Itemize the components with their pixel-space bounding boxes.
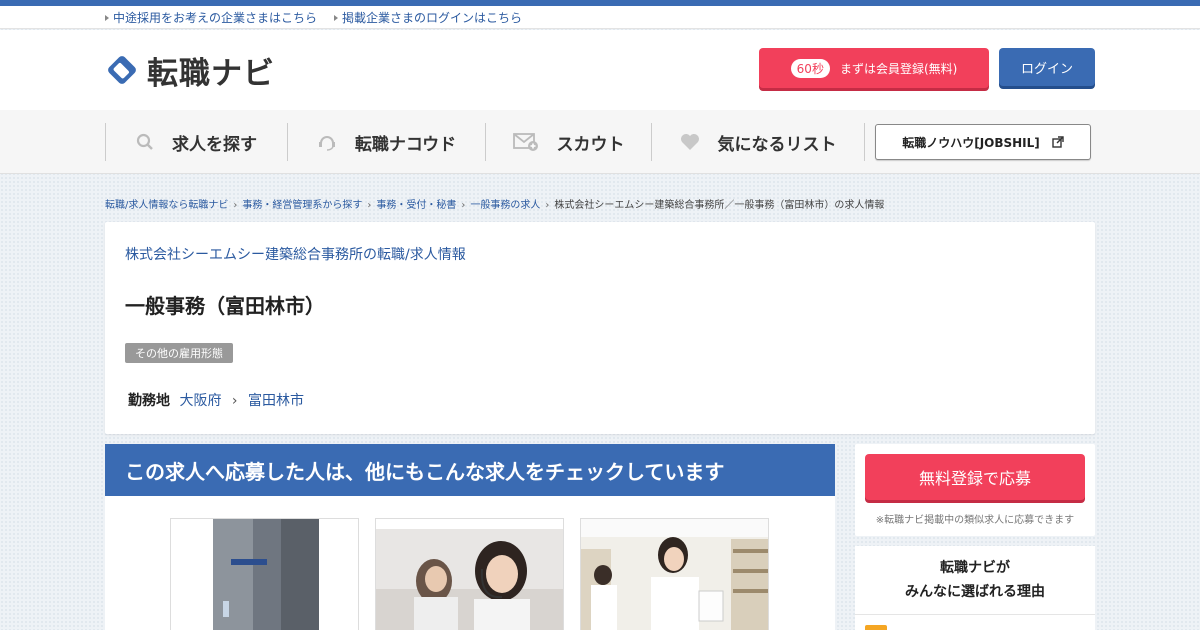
breadcrumb-item[interactable]: 事務・受付・秘書: [376, 200, 456, 211]
job-location: 勤務地 大阪府 › 富田林市: [128, 390, 304, 410]
site-header: 転職ナビ 60秒 まずは会員登録(無料) ログイン: [0, 30, 1200, 110]
breadcrumb-current: 株式会社シーエムシー建築総合事務所／一般事務（富田林市）の求人情報: [554, 200, 885, 211]
nav-label-scout: スカウト: [556, 134, 625, 155]
location-city-link[interactable]: 富田林市: [248, 393, 304, 409]
apply-button[interactable]: 無料登録で応募: [865, 454, 1085, 500]
why-chosen-title: 転職ナビが みんなに選ばれる理由: [855, 556, 1095, 604]
breadcrumb-item[interactable]: 事務・経営管理系から探す: [242, 200, 362, 211]
breadcrumb: 転職/求人情報なら転職ナビ › 事務・経営管理系から探す › 事務・受付・秘書 › 一般事務…: [105, 196, 884, 211]
chevron-right-icon: ›: [367, 200, 372, 211]
employer-login-link[interactable]: 掲載企業さまのログインはこちら: [334, 9, 522, 26]
why-chosen-line-2: みんなに選ばれる理由: [905, 584, 1045, 600]
chevron-right-icon: ›: [231, 393, 238, 409]
company-link[interactable]: 株式会社シーエムシー建築総合事務所の転職/求人情報: [125, 244, 466, 264]
external-link-icon: [1052, 136, 1064, 148]
why-chosen-line-1: 転職ナビが: [940, 560, 1010, 576]
nav-item-search[interactable]: 求人を探す: [105, 123, 287, 161]
breadcrumb-item[interactable]: 一般事務の求人: [470, 200, 540, 211]
utility-bar: 中途採用をお考えの企業さまはこちら 掲載企業さまのログインはこちら: [0, 6, 1200, 29]
job-title: 一般事務（富田林市）: [125, 294, 325, 318]
job-thumbnail[interactable]: [580, 518, 769, 630]
recommended-heading: この求人へ応募した人は、他にもこんな求人をチェックしています: [105, 444, 835, 496]
location-label: 勤務地: [128, 393, 170, 409]
search-icon: [136, 133, 154, 151]
apply-box: 無料登録で応募 ※転職ナビ掲載中の類似求人に応募できます: [855, 444, 1095, 536]
logo-mark-icon: [108, 56, 136, 84]
mail-plus-icon: [512, 132, 539, 152]
nav-label-search: 求人を探す: [172, 134, 257, 155]
site-logo[interactable]: 転職ナビ: [105, 52, 275, 92]
chevron-right-icon: ›: [233, 200, 238, 211]
job-thumbnail[interactable]: [375, 518, 564, 630]
apply-note: ※転職ナビ掲載中の類似求人に応募できます: [875, 515, 1075, 526]
nav-item-favorites[interactable]: 気になるリスト: [651, 123, 865, 161]
nav-label-favorites: 気になるリスト: [717, 134, 837, 155]
recommended-jobs-panel: この求人へ応募した人は、他にもこんな求人をチェックしています: [105, 444, 835, 630]
location-prefecture-link[interactable]: 大阪府: [179, 393, 221, 409]
heart-icon: [680, 133, 700, 151]
job-summary-card: 株式会社シーエムシー建築総合事務所の転職/求人情報 一般事務（富田林市） その他…: [105, 222, 1095, 434]
nav-item-scout[interactable]: スカウト: [485, 123, 651, 161]
employer-recruit-link[interactable]: 中途採用をお考えの企業さまはこちら: [105, 9, 317, 26]
register-label: まずは会員登録(無料): [839, 61, 958, 76]
main-nav: 求人を探す 転職ナコウド スカウト 気になるリスト 転職ノウハウ[JOBSHIL…: [0, 110, 1200, 174]
jobshil-label: 転職ノウハウ[JOBSHIL]: [902, 135, 1040, 150]
jobshil-button[interactable]: 転職ノウハウ[JOBSHIL]: [875, 124, 1091, 160]
nav-item-nakoudo[interactable]: 転職ナコウド: [287, 123, 485, 161]
breadcrumb-item[interactable]: 転職/求人情報なら転職ナビ: [105, 200, 228, 211]
employment-type-tag: その他の雇用形態: [125, 343, 233, 363]
why-chosen-box: 転職ナビが みんなに選ばれる理由: [855, 546, 1095, 630]
reason-marker-icon: [865, 625, 887, 630]
chevron-right-icon: ›: [545, 200, 550, 211]
job-thumbnail[interactable]: [170, 518, 359, 630]
nav-label-nakoudo: 転職ナコウド: [354, 134, 457, 155]
register-badge: 60秒: [790, 58, 830, 78]
chevron-right-icon: ›: [461, 200, 466, 211]
divider: [855, 614, 1095, 615]
login-button[interactable]: ログイン: [999, 48, 1095, 86]
logo-text: 転職ナビ: [147, 55, 275, 92]
headset-icon: [317, 132, 337, 152]
register-button[interactable]: 60秒 まずは会員登録(無料): [759, 48, 989, 88]
